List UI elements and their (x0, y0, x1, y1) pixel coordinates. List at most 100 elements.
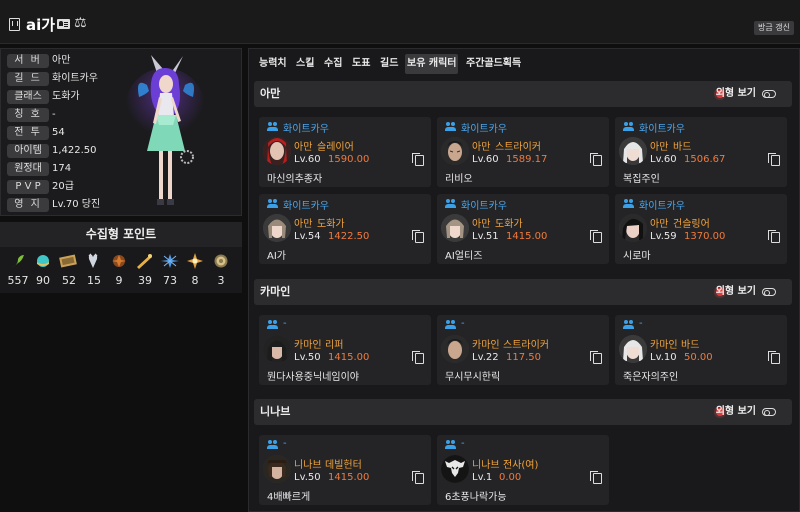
id-card-icon[interactable] (57, 19, 70, 29)
character-class: 전사(여) (503, 460, 539, 471)
profile-value: 도화가 (52, 91, 80, 102)
profile-value: 174 (52, 163, 72, 174)
character-portrait (263, 455, 291, 483)
toggle-icon[interactable] (762, 408, 776, 416)
collection-points: 557 90 52 15 9 39 73 8 3 (0, 247, 242, 293)
character-card[interactable]: 화이트카우 아만 건슬링어 Lv.59 1370.00 시로마 (615, 194, 787, 264)
character-level: Lv.10 (650, 352, 677, 363)
character-portrait (441, 137, 469, 165)
character-class: 도화가 (495, 219, 523, 230)
guild-users-icon (267, 199, 279, 209)
profile-panel: 서 버 아만 길 드 화이트카우 클래스 도화가 칭 호 - 전 투 54 아이… (0, 48, 242, 216)
sea-bounty-icon (187, 253, 203, 269)
character-name: AI얼티즈 (445, 251, 483, 262)
copy-icon[interactable] (590, 351, 602, 364)
copy-icon[interactable] (768, 351, 780, 364)
profile-label: 원정대 (7, 162, 49, 176)
mokoko-seed-icon (12, 255, 24, 267)
tab-stats[interactable]: 능력치 (257, 54, 289, 74)
copy-icon[interactable] (412, 153, 424, 166)
character-guild: 화이트카우 (283, 124, 329, 135)
character-guild: 화이트카우 (283, 201, 329, 212)
character-server: 카마인 (472, 340, 500, 351)
profile-label: 전 투 (7, 126, 49, 140)
guild-users-icon (267, 320, 279, 330)
character-item-level: 1506.67 (684, 154, 726, 165)
character-guild: - (461, 438, 465, 449)
copy-icon[interactable] (590, 230, 602, 243)
profile-label: P V P (7, 180, 49, 194)
character-class: 리퍼 (325, 340, 344, 351)
character-class: 도화가 (317, 219, 345, 230)
character-item-level: 1415.00 (328, 352, 370, 363)
character-name: 마신의추종자 (267, 174, 323, 185)
appearance-toggle-label[interactable]: 외형 보기 (716, 399, 756, 425)
character-guild: - (639, 318, 643, 329)
copy-icon[interactable] (768, 230, 780, 243)
character-name: 무시무시한릭 (445, 372, 501, 383)
character-server: 카마인 (294, 340, 322, 351)
character-level: Lv.60 (650, 154, 677, 165)
character-name: ai가 (26, 16, 56, 34)
toggle-icon[interactable] (762, 90, 776, 98)
great-art-icon (59, 254, 77, 268)
server-name: 니나브 (260, 405, 291, 418)
character-item-level: 0.00 (499, 472, 522, 483)
tab-charts[interactable]: 도표 (350, 54, 372, 74)
character-server: 아만 (294, 219, 313, 230)
character-item-level: 1590.00 (328, 154, 370, 165)
guild-users-icon (623, 122, 635, 132)
character-guild: - (461, 318, 465, 329)
copy-icon[interactable] (412, 230, 424, 243)
profile-value: 1,422.50 (52, 145, 97, 156)
copy-icon[interactable] (590, 471, 602, 484)
character-portrait (263, 214, 291, 242)
character-card[interactable]: - 카마인 리퍼 Lv.50 1415.00 뭔다사용중닉네임이야 (259, 315, 431, 385)
character-level: Lv.50 (294, 352, 321, 363)
character-level: Lv.1 (472, 472, 493, 483)
collection-title: 수집형 포인트 (0, 222, 242, 247)
collection-value: 73 (163, 274, 177, 287)
character-level: Lv.51 (472, 231, 499, 242)
tab-owned-characters[interactable]: 보유 캐릭터 (405, 54, 459, 74)
character-server: 아만 (472, 142, 491, 153)
tab-collection[interactable]: 수집 (322, 54, 344, 74)
character-portrait (619, 214, 647, 242)
toggle-icon[interactable] (762, 288, 776, 296)
scale-icon[interactable]: ⚖ (74, 14, 87, 32)
guild-users-icon (267, 122, 279, 132)
giant-heart-icon (88, 253, 98, 268)
copy-icon[interactable] (768, 153, 780, 166)
bookmark-book-icon[interactable] (9, 18, 20, 31)
character-card[interactable]: - 카마인 바드 Lv.10 50.00 죽은자의주인 (615, 315, 787, 385)
character-card[interactable]: - 카마인 스트라이커 Lv.22 117.50 무시무시한릭 (437, 315, 609, 385)
copy-icon[interactable] (412, 471, 424, 484)
character-card[interactable]: 화이트카우 아만 바드 Lv.60 1506.67 복집주인 (615, 117, 787, 187)
character-name: 6초풍나락가능 (445, 492, 507, 503)
island-heart-icon (37, 255, 49, 267)
character-card[interactable]: 화이트카우 아만 스트라이커 Lv.60 1589.17 리비오 (437, 117, 609, 187)
profile-label: 아이템 (7, 144, 49, 158)
collection-value: 52 (62, 274, 76, 287)
refresh-button[interactable]: 방금 갱신 (754, 21, 794, 35)
character-server: 카마인 (650, 340, 678, 351)
character-portrait (441, 335, 469, 363)
character-card[interactable]: 화이트카우 아만 슬레이어 Lv.60 1590.00 마신의추종자 (259, 117, 431, 187)
character-server: 아만 (650, 219, 669, 230)
tab-weekly-gold[interactable]: 주간골드획득 (464, 54, 523, 74)
guild-users-icon (623, 320, 635, 330)
copy-icon[interactable] (590, 153, 602, 166)
character-guild: 화이트카우 (639, 201, 685, 212)
character-card[interactable]: - 니나브 전사(여) Lv.1 0.00 6초풍나락가능 (437, 435, 609, 505)
character-name: 죽은자의주인 (623, 372, 679, 383)
character-card[interactable]: 화이트카우 아만 도화가 Lv.54 1422.50 AI가 (259, 194, 431, 264)
tab-skills[interactable]: 스킬 (294, 54, 316, 74)
collection-value: 3 (217, 274, 225, 287)
character-level: Lv.54 (294, 231, 321, 242)
character-card[interactable]: 화이트카우 아만 도화가 Lv.51 1415.00 AI얼티즈 (437, 194, 609, 264)
character-card[interactable]: - 니나브 데빌헌터 Lv.50 1415.00 4배빠르게 (259, 435, 431, 505)
tab-guild[interactable]: 길드 (378, 54, 400, 74)
appearance-toggle-label[interactable]: 외형 보기 (716, 279, 756, 305)
appearance-toggle-label[interactable]: 외형 보기 (716, 81, 756, 107)
copy-icon[interactable] (412, 351, 424, 364)
